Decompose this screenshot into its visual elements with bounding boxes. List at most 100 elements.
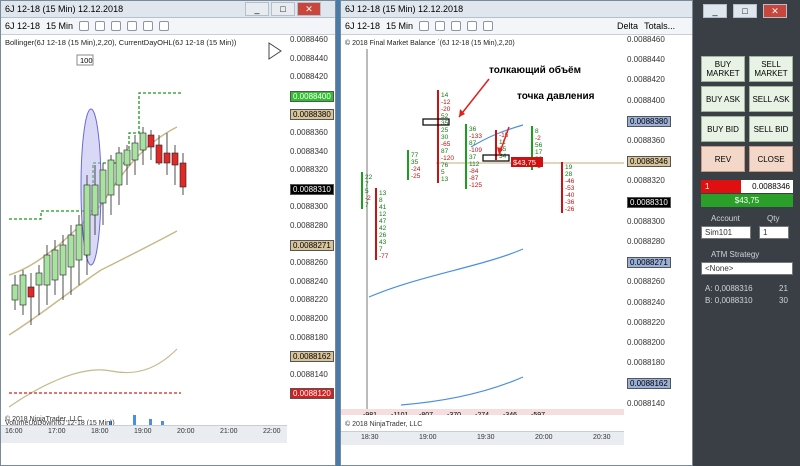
instrument-selector[interactable]: 6J 12-18 xyxy=(5,21,40,31)
atm-strategy-selector[interactable]: <None> xyxy=(701,262,793,275)
price-tick: 0.0088180 xyxy=(290,332,328,342)
interval-selector-right[interactable]: 15 Min xyxy=(386,21,413,31)
footprint-cell: 37 xyxy=(469,154,477,161)
price-tick: 0.0088320 xyxy=(290,165,328,175)
indicator-icon[interactable] xyxy=(95,21,106,31)
footprint-cell: 87 xyxy=(469,140,477,147)
footprint-cell: 76 xyxy=(441,162,449,169)
minimize-button[interactable]: _ xyxy=(245,2,269,16)
footprint-cell: 13 xyxy=(441,176,449,183)
footprint-cell: -26 xyxy=(565,206,575,213)
candle-body xyxy=(27,286,35,298)
time-tick: 22:00 xyxy=(263,428,281,435)
pencil-icon[interactable] xyxy=(111,21,122,31)
footprint-cell: 7 xyxy=(365,181,369,188)
compress-icon[interactable] xyxy=(268,42,282,60)
bar-type-icon[interactable] xyxy=(79,21,90,31)
price-tick: 0.0088380 xyxy=(627,115,671,127)
buy-bid-button[interactable]: BUY BID xyxy=(701,116,745,142)
price-tick: 0.0088310 xyxy=(627,196,671,208)
footprint-bar xyxy=(361,172,363,209)
instrument-selector-right[interactable]: 6J 12-18 xyxy=(345,21,380,31)
delta-value: -1101 xyxy=(391,412,408,415)
cursor-icon-right[interactable] xyxy=(483,21,494,31)
bottom-curve-right xyxy=(400,376,524,406)
footprint-cell: 30 xyxy=(441,134,449,141)
delta-value: -981 xyxy=(363,412,377,415)
footprint-cell: 56 xyxy=(535,142,543,149)
price-tick: 0.0088420 xyxy=(627,75,665,85)
qty-input[interactable]: 1 xyxy=(759,226,789,239)
close-button[interactable]: ✕ xyxy=(297,2,321,16)
left-price-axis[interactable]: 0.0088460 0.0088440 0.0088420 0.0088400 0.00… xyxy=(287,35,335,433)
footprint-cell: 25 xyxy=(441,127,449,134)
right-time-axis: 18:30 19:00 19:30 20:00 20:30 xyxy=(341,431,624,445)
right-chart-window[interactable]: 6J 12-18 (15 Min) 12.12.2018 6J 12-18 15… xyxy=(340,0,693,466)
bar-type-icon-right[interactable] xyxy=(419,21,430,31)
footprint-cell: 35 xyxy=(441,120,449,127)
buy-ask-button[interactable]: BUY ASK xyxy=(701,86,745,112)
panel-close-button[interactable]: ✕ xyxy=(763,4,787,18)
candle-body xyxy=(179,162,187,188)
zoom-icon[interactable] xyxy=(127,21,138,31)
indicator-icon-right[interactable] xyxy=(435,21,446,31)
left-chart-window[interactable]: 6J 12-18 (15 Min) 12.12.2018 _ □ ✕ 6J 12… xyxy=(0,0,336,466)
footprint-cell: 43 xyxy=(379,239,387,246)
footprint-cell: 34 xyxy=(499,153,507,160)
footprint-cell: 5 xyxy=(441,169,445,176)
left-toolbar: 6J 12-18 15 Min xyxy=(1,18,335,35)
footprint-bar xyxy=(375,188,377,260)
interval-selector[interactable]: 15 Min xyxy=(46,21,73,31)
left-title-bar[interactable]: 6J 12-18 (15 Min) 12.12.2018 _ □ ✕ xyxy=(1,1,335,18)
price-tick: 0.0088360 xyxy=(627,136,665,145)
time-tick: 18:30 xyxy=(361,434,379,441)
maximize-button[interactable]: □ xyxy=(271,2,295,16)
time-tick: 20:30 xyxy=(593,434,611,441)
properties-icon[interactable] xyxy=(159,21,170,31)
footprint-cell: 47 xyxy=(379,218,387,225)
left-footer: © 2018 NinjaTrader, LLC xyxy=(5,416,83,423)
footprint-cell: 26 xyxy=(379,232,387,239)
ask-price-label: A: 0,0088316 xyxy=(705,284,753,293)
left-price-chart[interactable]: Bollinger(6J 12-18 (15 Min),2,20), Curre… xyxy=(1,35,287,433)
candle-body xyxy=(43,254,51,286)
right-price-axis[interactable]: 0.0088460 0.0088440 0.0088420 0.0088400 0.00… xyxy=(624,35,692,433)
buy-market-button[interactable]: BUY MARKET xyxy=(701,56,745,82)
totals-selector[interactable]: Totals... xyxy=(644,21,675,31)
price-tick: 0.0088200 xyxy=(290,314,328,323)
ask-size-label: 21 xyxy=(779,284,788,293)
candle-body xyxy=(19,274,27,306)
footprint-cell: 112 xyxy=(469,161,480,168)
price-tick: 0.0088280 xyxy=(627,237,665,246)
account-selector[interactable]: Sim101 xyxy=(701,226,751,239)
delta-selector[interactable]: Delta xyxy=(617,21,638,31)
price-tick: 0.0088280 xyxy=(290,221,328,230)
sell-ask-button[interactable]: SELL ASK xyxy=(749,86,793,112)
volume-arrow xyxy=(458,78,490,118)
pencil-icon-right[interactable] xyxy=(451,21,462,31)
right-title-bar[interactable]: 6J 12-18 (15 Min) 12.12.2018 xyxy=(341,1,692,18)
time-tick: 17:00 xyxy=(48,428,66,435)
footprint-group: 2275-271384112474226437-777735-24-2514-1… xyxy=(361,90,575,260)
footprint-cell: -109 xyxy=(469,147,482,154)
cursor-icon[interactable] xyxy=(143,21,154,31)
price-tick: 0.0088140 xyxy=(290,369,328,379)
bar-count-label: 100 xyxy=(80,56,93,65)
footprint-cell: -46 xyxy=(565,178,575,185)
sell-bid-button[interactable]: SELL BID xyxy=(749,116,793,142)
panel-minimize-button[interactable]: _ xyxy=(703,4,727,18)
footprint-bar xyxy=(465,124,467,189)
sell-market-button[interactable]: SELL MARKET xyxy=(749,56,793,82)
price-tick: 0.0088271 xyxy=(290,239,334,251)
footprint-cell: 36 xyxy=(469,126,477,133)
candle-body xyxy=(139,132,147,151)
time-tick: 16:00 xyxy=(5,428,23,435)
candle-body xyxy=(99,169,107,204)
reverse-button[interactable]: REV xyxy=(701,146,745,172)
right-price-chart[interactable]: © 2018 Final Market Balance ´(6J 12-18 (… xyxy=(341,35,624,415)
zoom-icon-right[interactable] xyxy=(467,21,478,31)
price-tick: 0.0088320 xyxy=(627,176,665,186)
time-tick: 18:00 xyxy=(91,428,109,435)
close-position-button[interactable]: CLOSE xyxy=(749,146,793,172)
panel-maximize-button[interactable]: □ xyxy=(733,4,757,18)
